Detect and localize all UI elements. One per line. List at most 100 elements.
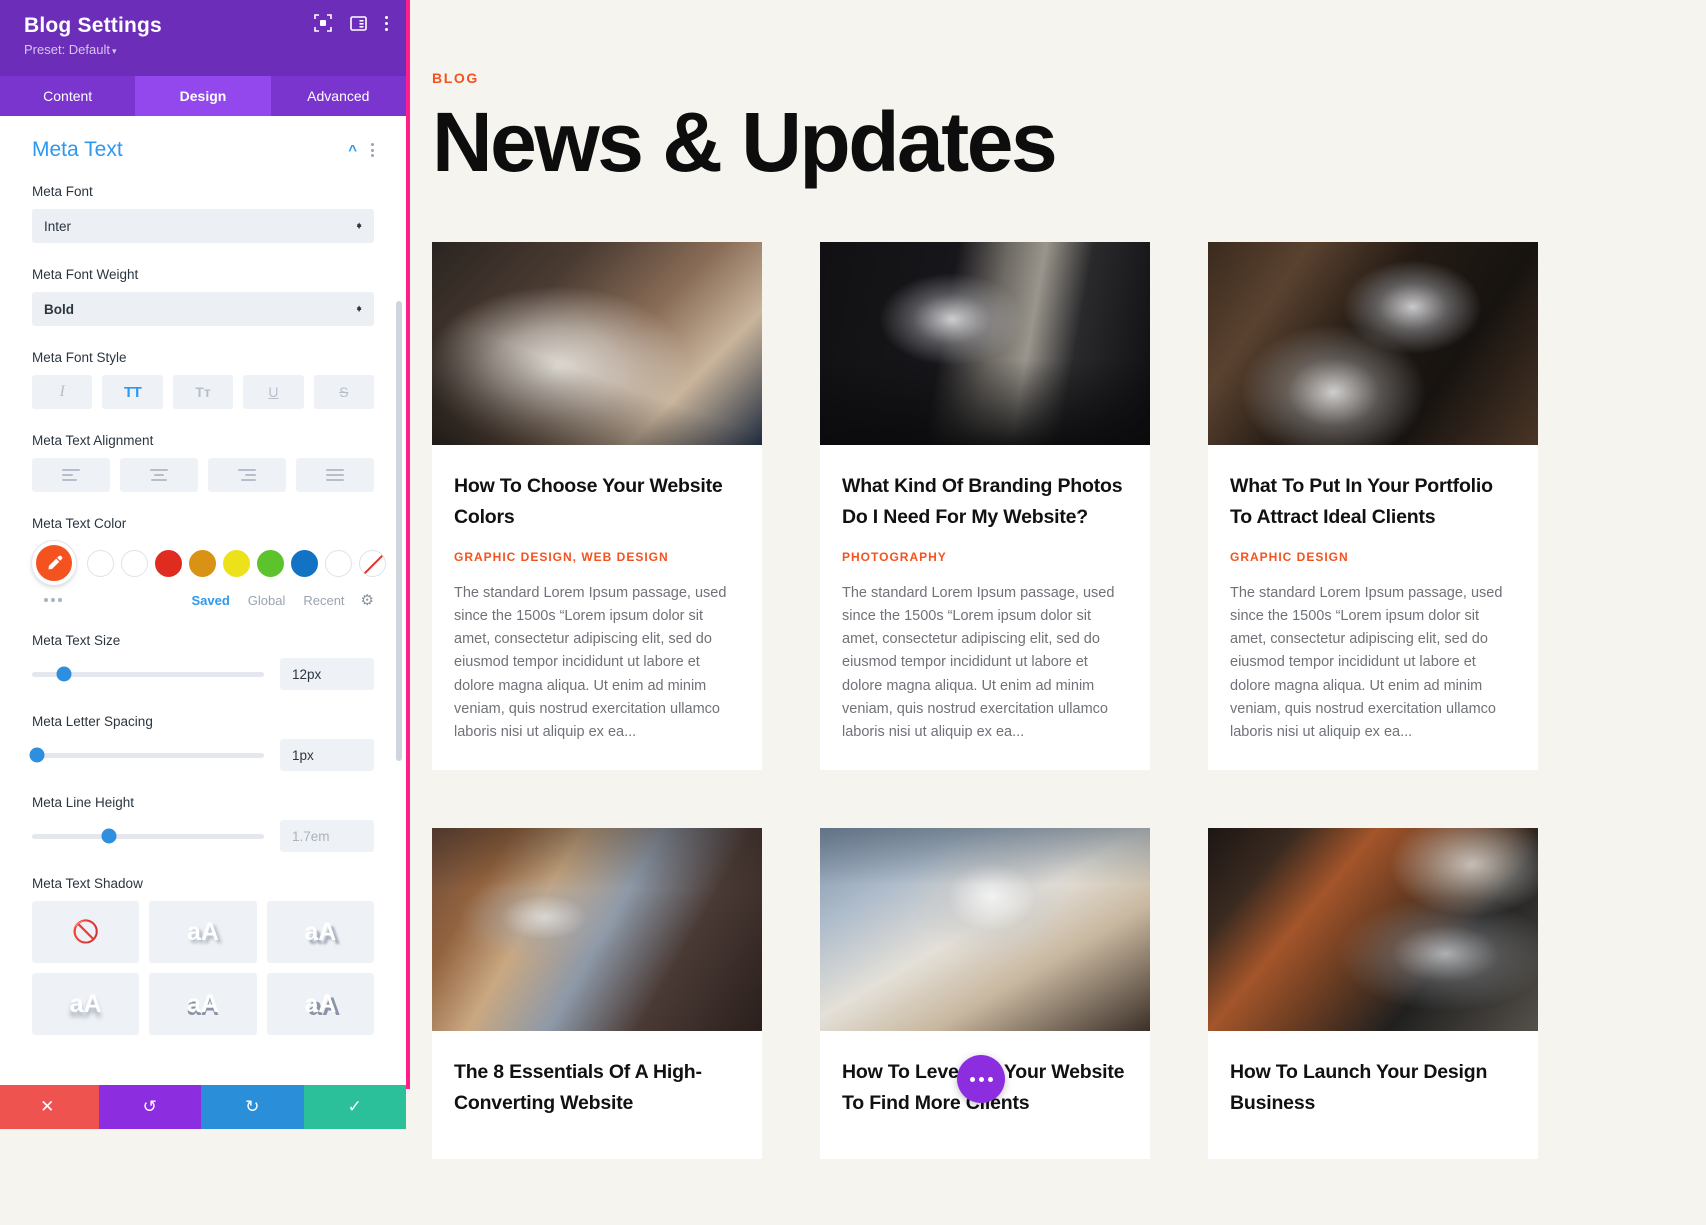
- meta-text-size-slider[interactable]: [32, 666, 264, 682]
- blog-card[interactable]: What To Put In Your Portfolio To Attract…: [1208, 242, 1538, 771]
- card-body: What To Put In Your Portfolio To Attract…: [1208, 445, 1538, 770]
- meta-font-weight-select[interactable]: Bold ▲ ▼: [32, 292, 374, 326]
- focus-icon[interactable]: [314, 14, 332, 32]
- meta-text-size-label: Meta Text Size: [32, 633, 121, 648]
- shadow-option-5-button[interactable]: aA: [266, 973, 374, 1035]
- color-picker-button[interactable]: [32, 541, 76, 585]
- stepper-arrows-icon: ▲ ▼: [355, 303, 363, 314]
- more-vertical-icon[interactable]: [385, 15, 388, 31]
- redo-button[interactable]: ↻: [201, 1085, 304, 1129]
- meta-text-color-field: Meta Text Color Saved Global Recent ⚙: [32, 516, 386, 609]
- tab-design[interactable]: Design: [135, 76, 271, 116]
- no-shadow-icon: 🚫: [71, 919, 100, 944]
- layout-icon[interactable]: [350, 15, 367, 32]
- blog-page-preview: BLOG News & Updates How To Choose Your W…: [410, 0, 1706, 1225]
- underline-button[interactable]: U: [243, 375, 304, 409]
- blog-card[interactable]: How To Leverage Your Website To Find Mor…: [820, 828, 1150, 1160]
- palette-tab-saved[interactable]: Saved: [191, 593, 229, 608]
- shadow-option-1-button[interactable]: aA: [149, 901, 257, 963]
- swatch-white-1[interactable]: [87, 549, 114, 577]
- gear-icon[interactable]: ⚙: [361, 591, 374, 609]
- meta-font-value: Inter: [44, 218, 72, 234]
- panel-header: Blog Settings Preset: Default ▾: [0, 0, 406, 76]
- underline-icon: U: [268, 384, 279, 400]
- blog-card[interactable]: What Kind Of Branding Photos Do I Need F…: [820, 242, 1150, 771]
- card-title[interactable]: What To Put In Your Portfolio To Attract…: [1230, 471, 1516, 533]
- card-meta[interactable]: PHOTOGRAPHY: [842, 547, 1128, 567]
- page-eyebrow: BLOG: [432, 70, 479, 86]
- align-right-button[interactable]: [208, 458, 286, 492]
- save-button[interactable]: ✓: [303, 1085, 406, 1129]
- tab-content[interactable]: Content: [0, 76, 136, 116]
- meta-font-select[interactable]: Inter ▲ ▼: [32, 209, 374, 243]
- uppercase-button[interactable]: TT: [102, 375, 163, 409]
- undo-button[interactable]: ↺: [98, 1085, 201, 1129]
- slider-knob[interactable]: [29, 747, 45, 763]
- swatch-white-3[interactable]: [325, 549, 352, 577]
- meta-text-shadow-label: Meta Text Shadow: [32, 876, 143, 891]
- card-title[interactable]: How To Choose Your Website Colors: [454, 471, 740, 533]
- meta-letter-spacing-field: Meta Letter Spacing 1px: [29, 714, 374, 771]
- swatch-green[interactable]: [257, 549, 284, 577]
- italic-button[interactable]: I: [32, 375, 93, 409]
- card-meta[interactable]: GRAPHIC DESIGN, WEB DESIGN: [454, 547, 740, 567]
- meta-line-height-value[interactable]: 1.7em: [280, 820, 374, 852]
- meta-font-field: Meta Font Inter ▲ ▼: [32, 184, 374, 243]
- swatch-red[interactable]: [155, 549, 182, 577]
- meta-font-weight-label: Meta Font Weight: [32, 267, 139, 282]
- card-meta[interactable]: GRAPHIC DESIGN: [1230, 547, 1516, 567]
- blog-card[interactable]: How To Choose Your Website Colors GRAPHI…: [432, 242, 762, 771]
- meta-text-shadow-field: Meta Text Shadow 🚫 aA aA aA aA aA: [32, 876, 374, 1035]
- page-title: News & Updates: [432, 95, 1058, 189]
- meta-letter-spacing-value[interactable]: 1px: [280, 739, 374, 771]
- strikethrough-button[interactable]: S: [313, 375, 375, 409]
- preset-selector[interactable]: Preset: Default ▾: [24, 42, 386, 57]
- color-palette-tabs: Saved Global Recent ⚙: [32, 591, 374, 609]
- swatch-white-2[interactable]: [121, 549, 148, 577]
- card-body: How To Choose Your Website Colors GRAPHI…: [432, 445, 762, 770]
- shadow-option-4-button[interactable]: aA: [149, 973, 257, 1035]
- palette-tab-global[interactable]: Global: [248, 593, 286, 608]
- meta-line-height-slider[interactable]: [32, 828, 264, 844]
- panel-body: Meta Text ^ Meta Font Inter ▲ ▼ Meta Font…: [0, 116, 406, 1085]
- card-image-laptop-and-chair-on-wood-desk: [1208, 242, 1538, 445]
- card-title[interactable]: The 8 Essentials Of A High-Converting We…: [454, 1057, 740, 1119]
- swatch-transparent[interactable]: [359, 549, 386, 577]
- blog-card[interactable]: The 8 Essentials Of A High-Converting We…: [432, 828, 762, 1160]
- align-center-button[interactable]: [120, 458, 198, 492]
- palette-tab-recent[interactable]: Recent: [303, 593, 344, 608]
- small-caps-button[interactable]: Tт: [172, 375, 234, 409]
- section-title: Meta Text: [32, 138, 123, 161]
- meta-letter-spacing-control: 1px: [29, 739, 374, 771]
- shadow-option-3-button[interactable]: aA: [32, 973, 140, 1035]
- panel-scrollbar[interactable]: [396, 301, 402, 761]
- meta-font-weight-field: Meta Font Weight Bold ▲ ▼: [32, 267, 374, 326]
- more-options-button[interactable]: [957, 1055, 1005, 1103]
- swatch-orange[interactable]: [189, 549, 216, 577]
- blog-settings-panel: Blog Settings Preset: Default ▾ Content D…: [0, 0, 410, 1129]
- meta-text-section-header: Meta Text ^: [32, 138, 374, 162]
- swatch-blue[interactable]: [291, 549, 318, 577]
- meta-text-size-value[interactable]: 12px: [280, 658, 374, 690]
- align-justify-button[interactable]: [296, 458, 374, 492]
- shadow-none-button[interactable]: 🚫: [32, 901, 140, 963]
- blog-card[interactable]: How To Launch Your Design Business: [1208, 828, 1538, 1160]
- align-left-button[interactable]: [32, 458, 110, 492]
- slider-knob[interactable]: [101, 828, 117, 844]
- card-title[interactable]: What Kind Of Branding Photos Do I Need F…: [842, 471, 1128, 533]
- tab-advanced[interactable]: Advanced: [270, 76, 406, 116]
- slider-knob[interactable]: [56, 666, 72, 682]
- align-right-icon: [238, 469, 256, 481]
- swatch-yellow[interactable]: [223, 549, 250, 577]
- section-more-vertical-icon[interactable]: [371, 143, 374, 157]
- meta-letter-spacing-slider[interactable]: [29, 747, 264, 763]
- card-title[interactable]: How To Launch Your Design Business: [1230, 1057, 1516, 1119]
- more-colors-icon[interactable]: [32, 598, 173, 602]
- strikethrough-icon: S: [339, 384, 349, 400]
- panel-footer-actions: ✕ ↺ ↻ ✓: [0, 1085, 406, 1129]
- chevron-up-icon[interactable]: ^: [348, 142, 357, 159]
- meta-text-color-label: Meta Text Color: [32, 516, 127, 531]
- close-button[interactable]: ✕: [0, 1085, 99, 1129]
- panel-tabs: Content Design Advanced: [0, 76, 406, 116]
- shadow-option-2-button[interactable]: aA: [266, 901, 374, 963]
